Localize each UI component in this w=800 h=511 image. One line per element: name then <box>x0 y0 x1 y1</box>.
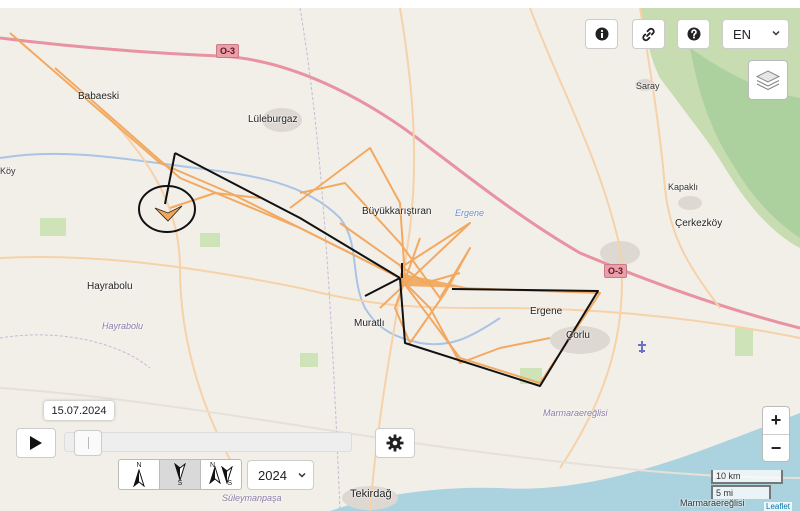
share-link-button[interactable] <box>632 19 665 49</box>
chevron-down-icon <box>772 30 780 36</box>
timeline-slider[interactable] <box>64 432 352 452</box>
place-label: Tekirdağ <box>350 488 392 500</box>
place-label: Kapaklı <box>668 182 699 192</box>
place-label: Lüleburgaz <box>248 114 298 125</box>
language-value: EN <box>733 26 752 42</box>
place-label: Ergene <box>530 306 563 317</box>
scale-mi: 5 mi <box>711 485 771 499</box>
south-arrow-icon <box>174 462 186 481</box>
place-label: Muratlı <box>354 318 385 329</box>
place-label: Köy <box>0 166 16 176</box>
road-shield: O-3 <box>216 44 240 58</box>
arrow-mode-north-button[interactable]: N <box>119 460 159 489</box>
arrow-direction-toggle: N S N S <box>118 459 242 490</box>
layers-button[interactable] <box>748 60 788 100</box>
place-label: Babaeski <box>78 91 120 102</box>
place-label: Saray <box>636 81 660 91</box>
south-label: S <box>227 480 232 487</box>
year-select[interactable]: 2024 <box>247 460 314 490</box>
place-label: Hayrabolu <box>87 281 133 292</box>
play-icon <box>30 436 42 450</box>
chevron-down-icon <box>298 472 306 478</box>
play-button[interactable] <box>16 428 56 458</box>
zoom-control: + − <box>762 406 790 462</box>
place-label: Çerkezköy <box>675 218 723 229</box>
info-button[interactable] <box>585 19 618 49</box>
place-label: Marmaraereğlisi <box>680 498 745 508</box>
year-value: 2024 <box>258 467 287 483</box>
north-label: N <box>210 462 216 469</box>
arrow-mode-south-button[interactable]: S <box>159 460 200 489</box>
info-circle-icon <box>595 27 608 41</box>
layers-icon <box>755 70 781 91</box>
link-icon <box>642 27 655 41</box>
gear-icon <box>386 434 404 452</box>
arrow-mode-both-button[interactable]: N S <box>200 460 241 489</box>
north-arrow-icon <box>133 468 145 487</box>
question-circle-icon <box>687 27 700 41</box>
north-label: N <box>136 462 142 469</box>
language-select[interactable]: EN <box>722 19 789 49</box>
zoom-out-button[interactable]: − <box>763 434 789 461</box>
attribution-link[interactable]: Leaflet <box>764 502 793 511</box>
scale-km: 10 km <box>711 470 783 484</box>
place-label: Çorlu <box>566 330 590 341</box>
place-label: Büyükkarıştıran <box>362 206 432 217</box>
help-button[interactable] <box>677 19 710 49</box>
region-label: Marmaraereğlisi <box>543 408 608 418</box>
road-shield: O-3 <box>604 264 628 278</box>
south-label: S <box>177 480 183 487</box>
map-scale: 10 km 5 mi <box>711 470 783 499</box>
timeline-slider-handle[interactable] <box>74 430 103 456</box>
river-label: Ergene <box>455 208 485 218</box>
zoom-in-button[interactable]: + <box>763 407 789 434</box>
timeline-date-tooltip: 15.07.2024 <box>44 401 114 420</box>
settings-button[interactable] <box>375 428 415 458</box>
region-label: Hayrabolu <box>102 321 144 331</box>
region-label: Süleymanpaşa <box>222 493 282 503</box>
